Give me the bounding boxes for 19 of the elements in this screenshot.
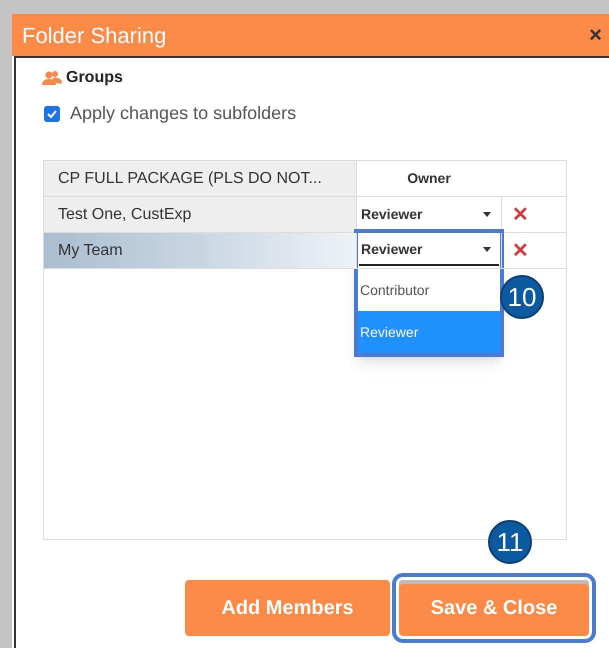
step-badge: 11 bbox=[488, 520, 532, 564]
checkbox-label: Apply changes to subfolders bbox=[70, 102, 296, 125]
dropdown-option[interactable]: Contributor bbox=[358, 269, 500, 311]
check-icon bbox=[46, 108, 58, 120]
remove-button[interactable]: ✕ bbox=[512, 240, 529, 260]
member-name[interactable]: CP FULL PACKAGE (PLS DO NOT... bbox=[44, 161, 356, 196]
people-icon bbox=[42, 70, 62, 86]
member-name[interactable]: My Team bbox=[44, 233, 356, 268]
member-name[interactable]: Test One, CustExp bbox=[44, 197, 356, 232]
role-dropdown[interactable]: Reviewer bbox=[359, 200, 499, 230]
role-label: Owner bbox=[356, 161, 501, 196]
close-button[interactable]: × bbox=[589, 24, 602, 46]
caret-icon bbox=[483, 247, 491, 252]
section-label: Groups bbox=[66, 68, 123, 88]
remove-button[interactable]: ✕ bbox=[512, 204, 529, 224]
caret-icon bbox=[483, 212, 491, 217]
role-dropdown[interactable]: Reviewer bbox=[359, 236, 499, 266]
checkbox[interactable] bbox=[44, 106, 60, 122]
window-title: Folder Sharing bbox=[22, 22, 166, 50]
